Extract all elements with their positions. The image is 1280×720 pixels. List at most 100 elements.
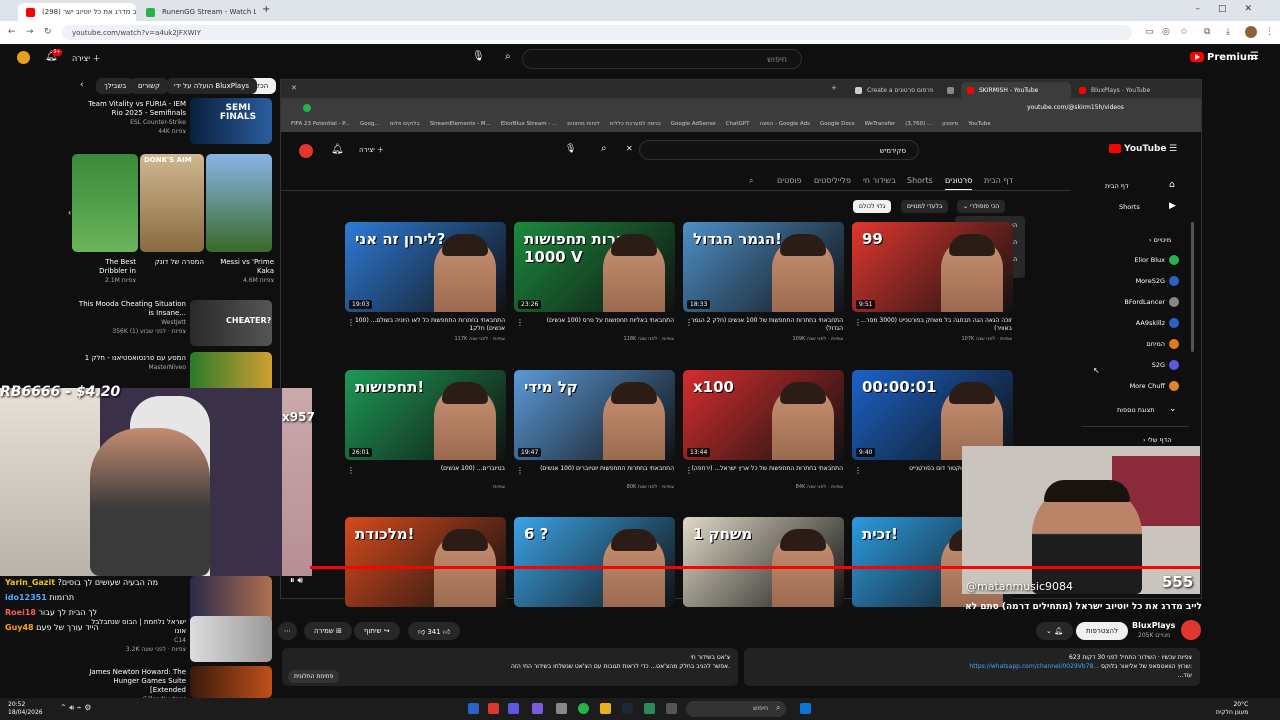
video-menu-icon[interactable]: ⋮ bbox=[516, 466, 524, 475]
video-description[interactable]: 623 צפיות עכשיו · השידור התחיל לפני 30 ד… bbox=[744, 648, 1200, 686]
channel-avatar[interactable] bbox=[1169, 318, 1179, 328]
chevron-down-icon[interactable]: ⌄ bbox=[1169, 404, 1177, 414]
channel-avatar[interactable] bbox=[1169, 360, 1179, 370]
chip-public[interactable]: גלוי לכולם bbox=[853, 200, 892, 213]
tab-live-stream[interactable]: לייב מדרג את כל יוטיוב ישר (298) ▶ bbox=[18, 3, 136, 21]
tab-shorts[interactable]: Shorts bbox=[907, 176, 933, 185]
dislike-icon[interactable]: 👎︎ bbox=[418, 628, 425, 636]
bookmark-item[interactable]: WeTransfer bbox=[865, 121, 896, 127]
sidebar-video-item[interactable]: המסע עם פרנסואסטיאנו - חלק 1 MasterNiveo bbox=[78, 354, 186, 372]
bookmark-item[interactable]: Google AdSense bbox=[671, 121, 716, 127]
extensions-icon[interactable]: ⧉ bbox=[1204, 27, 1210, 37]
back-icon[interactable]: ← bbox=[8, 27, 16, 37]
subscribe-button[interactable]: להצטרפות bbox=[1076, 622, 1129, 640]
bookmark-star-icon[interactable]: ☆ bbox=[1180, 27, 1188, 37]
short-item[interactable]: המסרה של דונק bbox=[152, 258, 204, 267]
sidebar-subscriptions-label[interactable]: › מינויים bbox=[1149, 236, 1171, 244]
menu-kebab-icon[interactable]: ⋮ bbox=[1265, 27, 1274, 37]
video-card-title[interactable]: התחבאתי בחתרות התחפשות של 100 אנשים (חלק… bbox=[683, 317, 843, 333]
url-field[interactable]: youtube.com/watch?v=a4uk2JFXWIY bbox=[62, 25, 1132, 40]
bookmark-item[interactable]: בלוקים פלוס bbox=[390, 121, 420, 127]
video-card-title[interactable]: בטיוברים... (100 אנשים) bbox=[345, 465, 505, 473]
like-icon[interactable]: 👍︎ bbox=[443, 628, 450, 636]
video-menu-icon[interactable]: ⋮ bbox=[685, 466, 693, 475]
close-window-icon[interactable]: ✕ bbox=[1244, 4, 1270, 14]
video-menu-icon[interactable]: ⋮ bbox=[347, 466, 355, 475]
video-card-title[interactable]: התחבאתי בחתרות התחפשות יוטיוברים (100 אנ… bbox=[514, 465, 674, 473]
video-thumbnail[interactable]: משחק 1 bbox=[683, 517, 844, 607]
chip-related[interactable]: קשורים bbox=[130, 78, 168, 94]
sidebar-home-label[interactable]: דף הבית bbox=[1105, 182, 1129, 190]
taskbar-app-icon[interactable] bbox=[556, 703, 567, 714]
video-thumbnail[interactable]: תחפושות! 26:01 bbox=[345, 370, 506, 460]
inner-tab[interactable]: Create a פרסום סרטונים bbox=[849, 82, 939, 98]
show-more-link[interactable]: ...עוד bbox=[752, 671, 1192, 680]
inner-search-input[interactable]: סקירמיש bbox=[639, 140, 919, 160]
bookmark-item[interactable]: מיסוכון bbox=[942, 121, 958, 127]
like-dislike-button[interactable]: 👎︎ 341 👍︎ bbox=[408, 622, 461, 640]
hamburger-menu-icon[interactable]: ☰ bbox=[1169, 144, 1177, 154]
chip-members-only[interactable]: בלעדי למנויים bbox=[901, 200, 949, 213]
video-thumbnail[interactable]: x100 13:44 bbox=[683, 370, 844, 460]
subscription-channel[interactable]: Elior Blux bbox=[1134, 256, 1165, 264]
save-button[interactable]: שמירה ⊞ bbox=[304, 622, 352, 640]
bookmark-item[interactable]: (3,760) ... bbox=[905, 121, 932, 127]
channel-avatar[interactable] bbox=[299, 144, 313, 158]
sidebar-video-item[interactable]: Team Vitality vs FURIA - IEM Rio 2025 - … bbox=[78, 100, 186, 136]
channel-avatar[interactable] bbox=[1169, 297, 1179, 307]
subscription-channel[interactable]: More Chuff bbox=[1130, 382, 1165, 390]
video-thumbnail[interactable]: 99 9:51 bbox=[852, 222, 1013, 312]
weather-widget[interactable]: 20°C מעונן חלקית bbox=[1216, 701, 1248, 717]
short-item[interactable]: Messi vs 'Prime Kaka ‏4.6M צפיות bbox=[218, 258, 274, 285]
short-item[interactable]: The Best Dribbler in ‏2.1M צפיות bbox=[84, 258, 136, 285]
windows-start-icon[interactable] bbox=[800, 703, 811, 714]
sidebar-video-item[interactable]: This Mooda Cheating Situation is Insane.… bbox=[78, 300, 186, 336]
tab-playlists[interactable]: פלייליסטים bbox=[814, 176, 851, 185]
maximize-icon[interactable]: □ bbox=[1218, 4, 1245, 14]
channel-search-icon[interactable]: ⌕ bbox=[749, 176, 753, 186]
taskbar-app-icon[interactable] bbox=[468, 703, 479, 714]
taskbar-app-icon[interactable] bbox=[488, 703, 499, 714]
bookmark-item[interactable]: כניסה למערכת כללית bbox=[610, 121, 661, 127]
video-card-title[interactable]: התחבאתי באליות תחפושות על פרס (100 אנשים… bbox=[514, 317, 674, 325]
video-menu-icon[interactable]: ⋮ bbox=[854, 466, 862, 475]
folder-icon[interactable] bbox=[600, 703, 611, 714]
subscription-channel[interactable]: המיחם bbox=[1146, 340, 1165, 348]
video-card-title[interactable]: התחבאתי בחתרות התחפשות של כל ארץ ישראל..… bbox=[683, 465, 843, 473]
inner-tab-active[interactable]: SKIRMISH - YouTube bbox=[961, 82, 1071, 98]
notifications-icon[interactable]: 🔔︎ bbox=[331, 144, 344, 155]
taskbar-app-icon[interactable] bbox=[644, 703, 655, 714]
bookmark-item[interactable]: הפצה - Google Ads bbox=[759, 121, 810, 127]
new-tab-icon[interactable]: + bbox=[831, 84, 837, 92]
eye-off-icon[interactable]: ◎ bbox=[1162, 27, 1170, 37]
inner-url-field[interactable]: youtube.com/@skirm15h/videos bbox=[1027, 104, 1124, 111]
channel-avatar[interactable] bbox=[1169, 276, 1179, 286]
bookmark-item[interactable]: EliorBlux Stream - ... bbox=[501, 121, 558, 127]
shorts-scroll-left-icon[interactable]: ‹ bbox=[68, 208, 71, 217]
notification-bell-button[interactable]: ⌄ 🔔︎ bbox=[1036, 622, 1073, 640]
steam-icon[interactable] bbox=[622, 703, 633, 714]
more-actions-icon[interactable]: ⋯ bbox=[278, 622, 297, 640]
video-thumbnail[interactable]: מלכודת! bbox=[345, 517, 506, 607]
chip-for-you[interactable]: בשבילך bbox=[96, 78, 135, 94]
youtube-logo[interactable]: YouTube bbox=[1109, 144, 1167, 154]
search-icon[interactable]: ⌕ bbox=[601, 143, 607, 154]
video-thumbnail[interactable]: תחרות תחפושות 1000 V 23:26 bbox=[514, 222, 675, 312]
clear-search-icon[interactable]: ✕ bbox=[626, 144, 633, 153]
chips-scroll-left-icon[interactable]: ‹ bbox=[80, 80, 84, 90]
video-menu-icon[interactable]: ⋮ bbox=[516, 318, 524, 327]
chip-popular[interactable]: ⌄ הכי פופולרי bbox=[957, 200, 1006, 213]
tab-runengg[interactable]: RunenGG Stream - Watch Live bbox=[138, 3, 256, 21]
shorts-icon[interactable]: ▶ bbox=[1169, 201, 1176, 211]
subscription-channel[interactable]: MoreS2G bbox=[1136, 277, 1165, 285]
sidebar-video-item[interactable]: ישראל נלחמת | הבוס שנתבלבל אונו C14 ‏3.2… bbox=[78, 618, 186, 654]
short-thumbnail[interactable]: DONK'S AIM bbox=[140, 154, 204, 252]
video-menu-icon[interactable]: ⋮ bbox=[854, 318, 862, 327]
sidebar-shorts-label[interactable]: Shorts bbox=[1119, 203, 1140, 211]
bookmark-item[interactable]: לוחות מחוונים bbox=[567, 121, 600, 127]
subscription-channel[interactable]: S2G bbox=[1152, 361, 1165, 369]
window-controls[interactable]: –□✕ bbox=[1195, 4, 1270, 14]
channel-avatar[interactable] bbox=[1181, 620, 1201, 640]
cast-icon[interactable]: ▭ bbox=[1145, 27, 1154, 37]
subscription-channel[interactable]: AA9skillz bbox=[1136, 319, 1165, 327]
